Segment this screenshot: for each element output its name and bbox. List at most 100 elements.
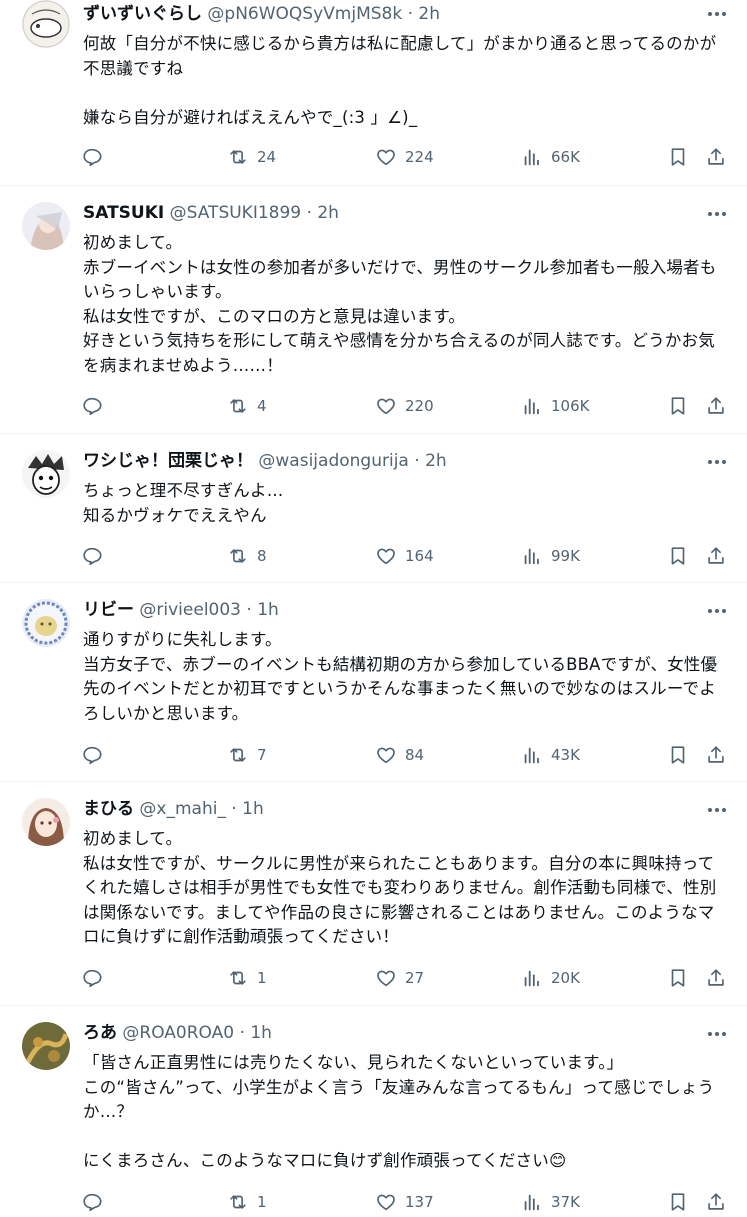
like-button[interactable]: 164 xyxy=(375,544,434,568)
retweet-count: 7 xyxy=(257,746,267,764)
timestamp[interactable]: 1h xyxy=(250,1023,272,1043)
share-button[interactable] xyxy=(705,1190,727,1214)
views-button[interactable]: 66K xyxy=(521,145,580,169)
views-button[interactable]: 37K xyxy=(521,1190,580,1214)
views-icon xyxy=(521,1191,543,1213)
avatar[interactable] xyxy=(22,798,70,846)
share-button[interactable] xyxy=(705,966,727,990)
like-button[interactable]: 84 xyxy=(375,743,424,767)
separator: · xyxy=(306,203,312,223)
timestamp[interactable]: 2h xyxy=(418,4,440,24)
user-handle[interactable]: @ROA0ROA0 xyxy=(122,1023,234,1043)
like-count: 224 xyxy=(405,148,434,166)
retweet-button[interactable]: 1 xyxy=(227,1190,267,1214)
bookmark-button[interactable] xyxy=(667,145,689,169)
like-button[interactable]: 220 xyxy=(375,394,434,418)
like-button[interactable]: 224 xyxy=(375,145,434,169)
retweet-icon xyxy=(227,1191,249,1213)
tweet[interactable]: リビー @rivieel003 · 1h 通りすがりに失礼します。 当方女子で、… xyxy=(0,583,747,782)
user-handle[interactable]: @rivieel003 xyxy=(139,600,241,620)
reply-button[interactable] xyxy=(81,743,103,767)
tweet-header: まひる @x_mahi_ · 1h xyxy=(83,797,683,821)
display-name[interactable]: ずいずいぐらし xyxy=(83,4,202,24)
user-handle[interactable]: @x_mahi_ xyxy=(139,799,226,819)
tweet-text: 初めまして。 赤ブーイベントは女性の参加者が多いだけで、男性のサークル参加者も一… xyxy=(83,233,717,375)
bookmark-button[interactable] xyxy=(667,966,689,990)
views-button[interactable]: 106K xyxy=(521,394,589,418)
reply-button[interactable] xyxy=(81,145,103,169)
display-name[interactable]: ろあ xyxy=(83,1023,117,1043)
retweet-button[interactable]: 4 xyxy=(227,394,267,418)
bookmark-button[interactable] xyxy=(667,394,689,418)
retweet-button[interactable]: 24 xyxy=(227,145,276,169)
more-icon[interactable] xyxy=(705,800,729,820)
reply-feed: ずいずいぐらし @pN6WOQSyVmjMS8k · 2h 何故「自分が不快に感… xyxy=(0,0,747,1217)
view-count: 106K xyxy=(551,397,590,415)
heart-icon xyxy=(375,967,397,989)
views-icon xyxy=(521,744,543,766)
bookmark-button[interactable] xyxy=(667,743,689,767)
user-handle[interactable]: @wasijadongurija xyxy=(258,451,408,471)
retweet-button[interactable]: 8 xyxy=(227,544,267,568)
views-button[interactable]: 43K xyxy=(521,743,580,767)
reply-button[interactable] xyxy=(81,1190,103,1214)
tweet[interactable]: SATSUKI @SATSUKI1899 · 2h 初めまして。 赤ブーイベント… xyxy=(0,186,747,434)
bookmark-icon xyxy=(667,1191,689,1213)
tweet[interactable]: ろあ @ROA0ROA0 · 1h 「皆さん正直男性には売りたくない、見られたく… xyxy=(0,1006,747,1217)
view-count: 37K xyxy=(551,1193,580,1211)
display-name[interactable]: SATSUKI xyxy=(83,203,164,223)
retweet-button[interactable]: 7 xyxy=(227,743,267,767)
like-button[interactable]: 137 xyxy=(375,1190,434,1214)
avatar[interactable] xyxy=(22,450,70,498)
tweet[interactable]: まひる @x_mahi_ · 1h 初めまして。 私は女性ですが、サークルに男性… xyxy=(0,782,747,1006)
retweet-icon xyxy=(227,395,249,417)
display-name[interactable]: リビー xyxy=(83,600,134,620)
more-icon[interactable] xyxy=(705,4,729,24)
share-button[interactable] xyxy=(705,743,727,767)
views-icon xyxy=(521,395,543,417)
heart-icon xyxy=(375,146,397,168)
display-name[interactable]: ワシじゃ！団栗じゃ！ xyxy=(83,451,253,471)
share-button[interactable] xyxy=(705,145,727,169)
timestamp[interactable]: 2h xyxy=(317,203,339,223)
retweet-button[interactable]: 1 xyxy=(227,966,267,990)
avatar[interactable] xyxy=(22,1022,70,1070)
like-button[interactable]: 27 xyxy=(375,966,424,990)
more-icon[interactable] xyxy=(705,204,729,224)
retweet-count: 1 xyxy=(257,1193,267,1211)
avatar[interactable] xyxy=(22,0,70,48)
bookmark-icon xyxy=(667,744,689,766)
action-bar: 7 84 43K xyxy=(81,743,729,767)
tweet[interactable]: ずいずいぐらし @pN6WOQSyVmjMS8k · 2h 何故「自分が不快に感… xyxy=(0,0,747,186)
reply-button[interactable] xyxy=(81,544,103,568)
avatar[interactable] xyxy=(22,202,70,250)
bookmark-button[interactable] xyxy=(667,544,689,568)
share-icon xyxy=(705,1191,727,1213)
avatar[interactable] xyxy=(22,599,70,647)
action-bar: 1 137 37K xyxy=(81,1190,729,1214)
share-button[interactable] xyxy=(705,394,727,418)
share-icon xyxy=(705,545,727,567)
user-handle[interactable]: @pN6WOQSyVmjMS8k xyxy=(207,4,402,24)
user-handle[interactable]: @SATSUKI1899 xyxy=(170,203,301,223)
retweet-icon xyxy=(227,744,249,766)
tweet[interactable]: ワシじゃ！団栗じゃ！ @wasijadongurija · 2h ちょっと理不尽… xyxy=(0,434,747,583)
more-icon[interactable] xyxy=(705,601,729,621)
timestamp[interactable]: 2h xyxy=(425,451,447,471)
share-button[interactable] xyxy=(705,544,727,568)
separator: · xyxy=(414,451,420,471)
reply-button[interactable] xyxy=(81,966,103,990)
views-icon xyxy=(521,146,543,168)
views-button[interactable]: 99K xyxy=(521,544,580,568)
timestamp[interactable]: 1h xyxy=(242,799,264,819)
views-button[interactable]: 20K xyxy=(521,966,580,990)
display-name[interactable]: まひる xyxy=(83,799,134,819)
more-icon[interactable] xyxy=(705,452,729,472)
timestamp[interactable]: 1h xyxy=(257,600,279,620)
bookmark-button[interactable] xyxy=(667,1190,689,1214)
bookmark-icon xyxy=(667,545,689,567)
reply-button[interactable] xyxy=(81,394,103,418)
reply-icon xyxy=(81,545,103,567)
more-icon[interactable] xyxy=(705,1024,729,1044)
like-count: 164 xyxy=(405,547,434,565)
